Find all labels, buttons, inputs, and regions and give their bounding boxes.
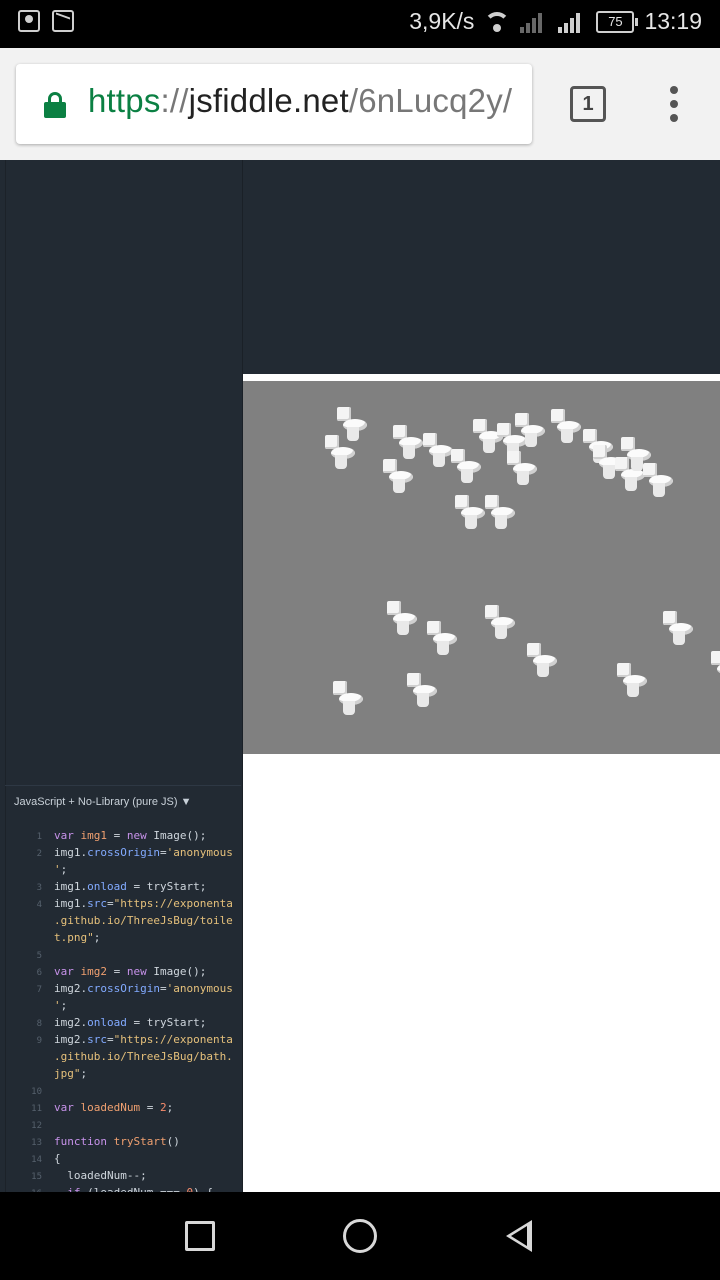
toilet-sprite bbox=[425, 621, 457, 655]
toilet-sprite bbox=[483, 495, 515, 529]
code-line: '; bbox=[54, 999, 68, 1012]
code-line: 15 loadedNum--; bbox=[31, 1169, 147, 1182]
toilet-sprite bbox=[615, 663, 647, 697]
code-line: 9 img2.src="https://exponenta bbox=[36, 1033, 233, 1046]
toilet-sprite bbox=[391, 425, 423, 459]
threejs-canvas[interactable] bbox=[243, 381, 720, 754]
toilet-sprite bbox=[381, 459, 413, 493]
clock: 13:19 bbox=[644, 8, 702, 34]
code-line: .github.io/ThreeJsBug/bath. bbox=[54, 1050, 233, 1063]
home-icon[interactable] bbox=[343, 1219, 377, 1253]
code-line: 4 img1.src="https://exponenta bbox=[36, 897, 233, 910]
code-line: .github.io/ThreeJsBug/toile bbox=[54, 914, 233, 927]
code-line: 14{ bbox=[31, 1152, 61, 1165]
secure-lock-icon[interactable] bbox=[44, 92, 66, 118]
toilet-sprite bbox=[513, 413, 545, 447]
toilet-sprite bbox=[405, 673, 437, 707]
url-host: jsfiddle.net bbox=[188, 82, 349, 119]
toilet-sprite bbox=[483, 605, 515, 639]
back-icon[interactable] bbox=[506, 1220, 532, 1252]
code-line: 7 img2.crossOrigin='anonymous bbox=[36, 982, 233, 995]
code-line: 3 img1.onload = tryStart; bbox=[36, 880, 207, 893]
js-language-selector[interactable]: JavaScript + No-Library (pure JS) ▼ bbox=[14, 796, 191, 808]
notification-icons bbox=[18, 10, 74, 32]
url-scheme: https bbox=[88, 82, 161, 119]
maps-notification-icon bbox=[18, 10, 40, 32]
code-line: 11 var loadedNum = 2; bbox=[31, 1101, 174, 1114]
panel-divider[interactable] bbox=[5, 785, 241, 786]
signal-icon-sim2 bbox=[558, 11, 586, 33]
system-indicators: 3,9K/s 75 13:19 bbox=[409, 8, 702, 35]
status-bar: 3,9K/s 75 13:19 bbox=[0, 0, 720, 48]
toilet-sprite bbox=[549, 409, 581, 443]
toilet-sprite bbox=[505, 451, 537, 485]
network-speed: 3,9K/s bbox=[409, 8, 475, 34]
result-panel[interactable] bbox=[243, 374, 720, 1192]
url-separator: :// bbox=[160, 82, 189, 119]
code-line: 13 function tryStart() bbox=[31, 1135, 180, 1148]
android-nav-bar bbox=[0, 1192, 720, 1280]
code-line: 12 bbox=[31, 1121, 42, 1131]
wifi-icon bbox=[484, 11, 511, 32]
jsfiddle-page: JavaScript + No-Library (pure JS) ▼ 1 var… bbox=[0, 160, 720, 1250]
gmail-notification-icon bbox=[52, 10, 74, 32]
tab-switcher-button[interactable]: 1 bbox=[570, 86, 606, 122]
code-line: 5 bbox=[36, 951, 42, 961]
address-bar[interactable]: https://jsfiddle.net/6nLucq2y/ bbox=[16, 64, 532, 144]
overflow-menu-icon[interactable] bbox=[668, 86, 680, 122]
toilet-sprite bbox=[323, 435, 355, 469]
browser-toolbar: https://jsfiddle.net/6nLucq2y/ 1 bbox=[0, 48, 720, 160]
battery-icon: 75 bbox=[596, 10, 639, 33]
toilet-sprite bbox=[453, 495, 485, 529]
toilet-sprite bbox=[331, 681, 363, 715]
code-line: 6 var img2 = new Image(); bbox=[36, 965, 207, 978]
code-line: jpg"; bbox=[54, 1067, 88, 1080]
signal-icon-sim1 bbox=[520, 11, 548, 33]
code-line: t.png"; bbox=[54, 931, 101, 944]
toilet-sprite bbox=[525, 643, 557, 677]
code-line: 8 img2.onload = tryStart; bbox=[36, 1016, 207, 1029]
toilet-sprite bbox=[709, 651, 720, 685]
toilet-sprite bbox=[449, 449, 481, 483]
editor-panels: JavaScript + No-Library (pure JS) ▼ 1 var… bbox=[0, 160, 243, 1250]
url-path: /6nLucq2y/ bbox=[348, 82, 513, 119]
result-panel-header-area bbox=[243, 160, 720, 374]
url-text[interactable]: https://jsfiddle.net/6nLucq2y/ bbox=[88, 82, 512, 120]
toilet-sprite bbox=[641, 463, 673, 497]
code-line: '; bbox=[54, 863, 68, 876]
toilet-sprite bbox=[385, 601, 417, 635]
toilet-sprite bbox=[661, 611, 693, 645]
js-code-editor[interactable]: 1 var img1 = new Image(); 2 img1.crossOrig… bbox=[22, 828, 240, 1253]
code-line: 1 var img1 = new Image(); bbox=[36, 829, 207, 842]
code-line: 10 bbox=[31, 1087, 42, 1097]
code-line: 2 img1.crossOrigin='anonymous bbox=[36, 846, 233, 859]
recent-apps-icon[interactable] bbox=[185, 1221, 215, 1251]
